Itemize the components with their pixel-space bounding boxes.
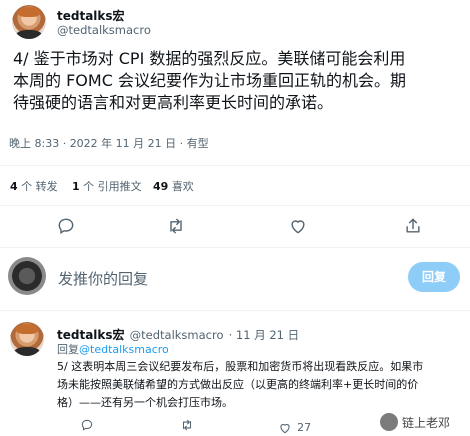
reply-date[interactable]: · 11 月 21 日 (229, 328, 300, 342)
like-label: 喜欢 (171, 180, 194, 193)
like-action[interactable] (288, 216, 308, 240)
watermark-text: 链上老邓 (402, 416, 451, 430)
quote-label: 个 引用推文 (83, 180, 142, 193)
reply-reply-action[interactable] (80, 417, 94, 436)
replying-to-prefix: 回复 (57, 343, 79, 356)
retweet-action[interactable] (166, 216, 186, 240)
retweet-icon (170, 218, 182, 234)
divider (0, 165, 470, 166)
like-count: 49 (153, 180, 169, 193)
quote-count: 1 (72, 180, 80, 193)
reply-like-action[interactable]: 27 (278, 417, 311, 436)
like-stat[interactable]: 49 喜欢 (153, 178, 194, 194)
reply-like-count: 27 (297, 421, 312, 434)
share-icon (406, 218, 420, 233)
user-avatar[interactable] (8, 257, 46, 295)
reply-input[interactable]: 发推你的回复 (58, 268, 148, 289)
quote-stat[interactable]: 1 个 引用推文 (72, 178, 142, 194)
reply-author-name[interactable]: tedtalks宏 (57, 328, 125, 342)
retweet-count: 4 (10, 180, 18, 193)
wechat-icon (380, 413, 398, 431)
reply-button[interactable]: 回复 (408, 262, 460, 292)
replying-to-handle[interactable]: @tedtalksmacro (79, 343, 169, 356)
divider (0, 247, 470, 248)
reply-author-avatar[interactable] (10, 322, 44, 356)
divider (0, 205, 470, 206)
reply-icon (58, 218, 74, 234)
divider (0, 310, 470, 311)
retweet-label: 个 转发 (21, 180, 58, 193)
retweet-icon (182, 419, 192, 431)
heart-icon (280, 423, 290, 433)
retweet-stat[interactable]: 4 个 转发 (10, 178, 58, 194)
replying-to: 回复@tedtalksmacro (57, 341, 169, 359)
reply-action[interactable] (56, 216, 76, 240)
tweet-text: 4/ 鉴于市场对 CPI 数据的强烈反应。美联储可能会利用 本周的 FOMC 会… (13, 49, 406, 112)
reply-retweet-action[interactable] (180, 417, 194, 436)
reply-text: 5/ 这表明本周三会议纪要发布后，股票和加密货币将出现看跌反应。如果市 场未能按… (57, 360, 424, 409)
author-name[interactable]: tedtalks宏 (57, 7, 125, 24)
author-avatar[interactable] (12, 5, 46, 39)
author-handle[interactable]: @tedtalksmacro (57, 23, 151, 37)
tweet-timestamp[interactable]: 晚上 8:33 · 2022 年 11 月 21 日 · 有型 (9, 135, 209, 151)
heart-icon (291, 220, 305, 234)
share-action[interactable] (403, 216, 423, 240)
reply-author-handle[interactable]: @tedtalksmacro (130, 328, 224, 342)
reply-icon (81, 419, 93, 431)
